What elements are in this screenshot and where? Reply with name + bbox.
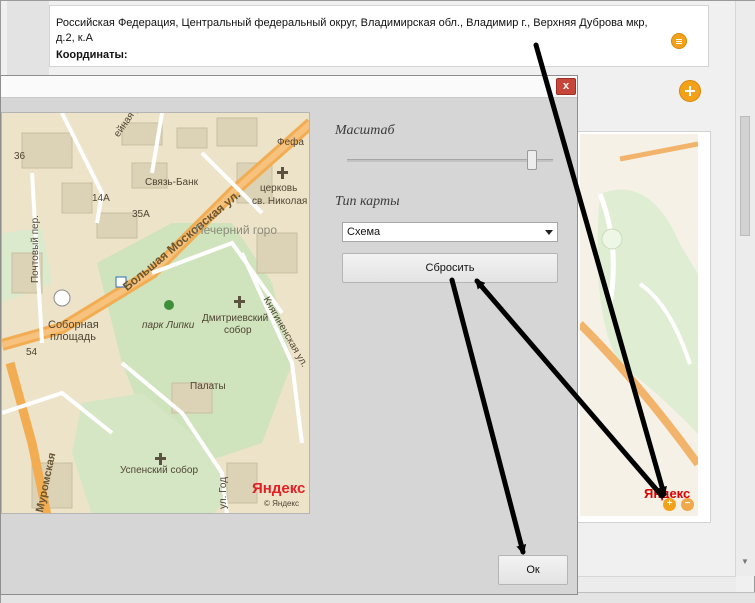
map-label: ул. Год [218,476,229,509]
yandex-copyright: © Яндекс [264,499,300,508]
map-label: Фефа [277,137,304,148]
map-label: Дмитриевский [202,313,269,324]
map-label: Соборная [48,319,99,331]
map-label: 36 [14,151,26,162]
map-label: 54 [26,347,38,358]
vertical-scroll-thumb[interactable] [740,116,750,236]
list-menu-icon[interactable] [671,33,687,49]
yandex-logo: Яндекс [252,480,306,497]
map-preview[interactable]: Фефа ейная ул. Связь-Банк церковь св. Ни… [1,112,310,514]
map-label: 14А [92,193,110,204]
background-zoom-in-icon[interactable]: + [663,498,676,511]
map-label: церковь [260,183,298,194]
scale-slider-handle[interactable] [527,150,537,170]
address-card: Российская Федерация, Центральный федера… [49,5,709,67]
map-label: Палаты [190,381,226,392]
map-settings-dialog: x Фефа ейная ул. Связь-Банк церковь св. … [0,75,578,595]
map-label: св. Николая [252,196,308,207]
scale-slider-track[interactable] [347,159,553,162]
add-icon[interactable] [679,80,701,102]
address-text: Российская Федерация, Центральный федера… [56,17,648,44]
background-left-strip [7,1,49,76]
map-type-select[interactable]: Схема [342,222,558,242]
map-label: Связь-Банк [145,177,198,188]
map-label: парк Липки [142,320,195,331]
background-zoom-out-icon[interactable]: − [681,498,694,511]
map-label: площадь [50,331,96,343]
map-label: Успенский собор [120,465,199,476]
map-type-value: Схема [347,226,381,238]
dialog-titlebar[interactable]: x [1,76,577,98]
ok-button[interactable]: Ок [498,555,568,585]
chevron-down-icon [545,230,553,235]
scale-label: Масштаб [335,123,395,138]
map-label: 35А [132,209,150,220]
close-button[interactable]: x [556,78,576,95]
background-map-panel: Яндекс + − [577,131,711,523]
scale-slider[interactable] [347,148,557,172]
map-label: Печерний горо [195,223,278,237]
vertical-scrollbar[interactable]: ▼ [735,1,755,576]
scroll-down-icon[interactable]: ▼ [741,557,749,566]
map-label: собор [224,325,252,336]
map-label: Почтовый пер. [30,215,41,283]
reset-button[interactable]: Сбросить [342,253,558,283]
map-type-label: Тип карты [335,194,400,209]
background-map[interactable]: Яндекс + − [580,134,698,516]
coordinates-label: Координаты: [56,49,128,61]
background-map-graphic [580,134,698,516]
